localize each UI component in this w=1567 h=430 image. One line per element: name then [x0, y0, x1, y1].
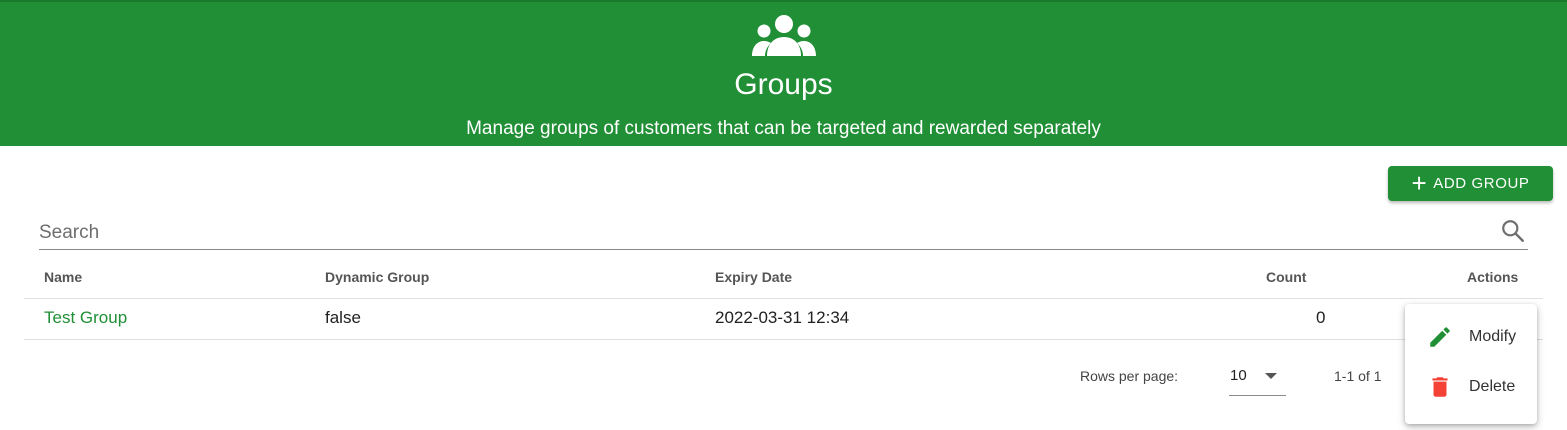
- expiry-date-cell: 2022-03-31 12:34: [715, 308, 850, 327]
- column-header-expiry-date[interactable]: Expiry Date: [715, 262, 792, 292]
- column-header-count[interactable]: Count: [1266, 262, 1306, 292]
- pagination-range: 1-1 of 1: [1334, 368, 1382, 384]
- column-header-name[interactable]: Name: [44, 262, 82, 292]
- page-title: Groups: [734, 68, 833, 101]
- rows-per-page-value: 10: [1230, 367, 1247, 384]
- trash-icon: [1432, 377, 1448, 397]
- search-input[interactable]: [39, 220, 1479, 246]
- plus-icon: +: [1411, 167, 1428, 198]
- add-group-button[interactable]: + ADD GROUP: [1388, 166, 1553, 201]
- chevron-down-icon: [1265, 373, 1277, 379]
- add-group-label: ADD GROUP: [1433, 175, 1530, 192]
- page-header-banner: Groups Manage groups of customers that c…: [0, 0, 1567, 146]
- table-header: Name Dynamic Group Expiry Date Count Act…: [24, 262, 1543, 299]
- search-icon[interactable]: [1500, 218, 1526, 244]
- column-header-actions: Actions: [1467, 269, 1519, 285]
- menu-item-modify-label: Modify: [1469, 328, 1517, 345]
- rows-per-page-select[interactable]: 10: [1229, 360, 1286, 396]
- row-actions-menu: Modify Delete: [1405, 304, 1537, 424]
- people-group-icon: [752, 15, 816, 56]
- rows-per-page-label: Rows per page:: [1080, 368, 1179, 384]
- menu-item-delete-label: Delete: [1469, 378, 1516, 395]
- menu-item-modify[interactable]: Modify: [1405, 314, 1537, 360]
- search-bar: [39, 214, 1528, 250]
- count-cell: 0: [1316, 308, 1326, 327]
- table-row: Test Group false 2022-03-31 12:34 0: [24, 299, 1543, 340]
- menu-item-delete[interactable]: Delete: [1405, 364, 1537, 410]
- column-header-dynamic-group[interactable]: Dynamic Group: [325, 262, 429, 292]
- pencil-icon: [1430, 327, 1450, 347]
- group-name-link[interactable]: Test Group: [44, 299, 127, 337]
- page-subtitle: Manage groups of customers that can be t…: [466, 118, 1101, 139]
- dynamic-group-cell: false: [325, 308, 361, 327]
